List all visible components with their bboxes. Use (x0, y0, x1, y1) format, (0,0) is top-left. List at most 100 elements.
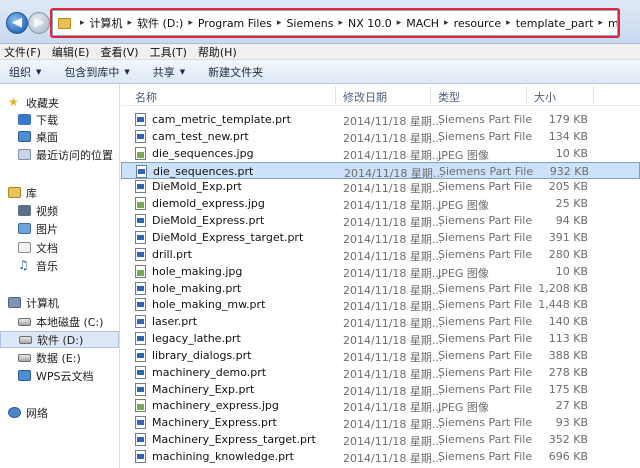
column-name[interactable]: 名称 (135, 89, 157, 105)
nav-music[interactable]: ♫ 音乐 (18, 257, 137, 274)
table-row[interactable]: cam_test_new.prt 2014/11/18 星期... Siemens … (121, 128, 640, 145)
file-date: 2014/11/18 星期... (343, 384, 443, 398)
dropdown-arrow-icon: ▼ (36, 67, 42, 76)
table-row[interactable]: DieMold_Exp.prt 2014/11/18 星期... Siemens P… (121, 178, 640, 195)
table-row[interactable]: Machinery_Express.prt 2014/11/18 星期... Sie… (121, 414, 640, 431)
music-icon: ♫ (18, 258, 29, 272)
menu-file[interactable]: 文件(F) (0, 44, 48, 60)
column-divider[interactable] (335, 86, 336, 104)
file-size: 140 KB (548, 315, 588, 329)
menu-bar: 文件(F) 编辑(E) 查看(V) 工具(T) 帮助(H) (0, 44, 640, 60)
nav-recent[interactable]: 最近访问的位置 (18, 146, 137, 163)
breadcrumb-item-metric[interactable]: ▸metric (593, 17, 617, 30)
column-divider[interactable] (593, 86, 594, 104)
file-name: hole_making.jpg (152, 264, 243, 278)
nav-desktop[interactable]: 桌面 (18, 128, 137, 145)
column-divider[interactable] (526, 86, 527, 104)
dropdown-arrow-icon: ▼ (179, 67, 186, 76)
nav-computer[interactable]: 计算机 (8, 294, 127, 311)
table-row[interactable]: drill.prt 2014/11/18 星期... Siemens Part Fi… (121, 246, 640, 263)
column-type[interactable]: 类型 (438, 89, 460, 105)
column-divider[interactable] (430, 86, 431, 104)
file-size: 388 KB (548, 348, 588, 362)
file-size: 10 KB (555, 146, 588, 160)
nav-drive-c[interactable]: 本地磁盘 (C:) (18, 313, 137, 330)
breadcrumb-item-siemens[interactable]: ▸ Siemens (272, 17, 334, 30)
table-row[interactable]: machinery_express.jpg 2014/11/18 星期... JPE… (121, 397, 640, 414)
file-date: 2014/11/18 星期... (343, 334, 443, 348)
table-row[interactable]: Machinery_Exp.prt 2014/11/18 星期... Siemens… (121, 381, 640, 398)
table-row[interactable]: laser.prt 2014/11/18 星期... Siemens Part Fi… (121, 313, 640, 330)
organize-button[interactable]: 组织 ▼ (9, 64, 41, 80)
table-row[interactable]: DieMold_Express.prt 2014/11/18 星期... Sieme… (121, 212, 640, 229)
part-file-icon (135, 298, 146, 312)
file-name: DieMold_Express_target.prt (152, 230, 304, 244)
file-name: Machinery_Express.prt (152, 416, 277, 430)
part-file-icon (135, 450, 146, 463)
breadcrumb-item-nx[interactable]: ▸ NX 10.0 (333, 17, 391, 30)
nav-network[interactable]: 网络 (8, 404, 127, 421)
file-name: die_sequences.jpg (152, 146, 254, 160)
share-button[interactable]: 共享 ▼ (153, 64, 185, 80)
drive-icon (19, 335, 32, 344)
breadcrumb-item-mach[interactable]: ▸ MACH (392, 17, 439, 30)
file-name: die_sequences.prt (153, 164, 254, 178)
column-size[interactable]: 大小 (534, 89, 556, 105)
nav-drive-d[interactable]: 软件 (D:) (0, 331, 119, 348)
table-row[interactable]: legacy_lathe.prt 2014/11/18 星期... Siemens … (121, 330, 640, 347)
nav-wps[interactable]: WPS云文档 (18, 367, 137, 384)
table-row[interactable]: cam_metric_template.prt 2014/11/18 星期... S… (121, 111, 640, 128)
table-row[interactable]: library_dialogs.prt 2014/11/18 星期... Sieme… (121, 347, 640, 364)
breadcrumb-item-resource[interactable]: ▸ resource (439, 17, 501, 30)
nav-videos[interactable]: 视频 (18, 202, 137, 219)
table-row[interactable]: machining_knowledge.prt 2014/11/18 星期... S… (121, 448, 640, 465)
folder-icon (58, 17, 71, 29)
table-row[interactable]: hole_making.prt 2014/11/18 星期... Siemens P… (121, 280, 640, 297)
star-icon: ★ (8, 95, 19, 109)
nav-downloads[interactable]: 下载 (18, 111, 137, 128)
file-size: 696 KB (548, 450, 588, 463)
new-folder-button[interactable]: 新建文件夹 (208, 64, 263, 80)
file-size: 1,208 KB (538, 281, 588, 295)
file-date: 2014/11/18 星期... (343, 401, 443, 415)
nav-favorites[interactable]: ★ 收藏夹 (8, 94, 127, 111)
table-row[interactable]: Machinery_Express_target.prt 2014/11/18 星… (121, 431, 640, 448)
file-name: machining_knowledge.prt (152, 450, 294, 463)
table-row[interactable]: die_sequences.prt 2014/11/18 星期... Siemens… (121, 161, 640, 180)
table-row[interactable]: diemold_express.jpg 2014/11/18 星期... JPEG … (121, 195, 640, 212)
file-name: diemold_express.jpg (152, 197, 265, 211)
nav-documents[interactable]: 文档 (18, 239, 137, 256)
table-row[interactable]: hole_making_mw.prt 2014/11/18 星期... Siemen… (121, 296, 640, 313)
menu-tools[interactable]: 工具(T) (146, 44, 194, 60)
breadcrumb[interactable]: ▸ 计算机 ▸ 软件 (D:) ▸ Program Files ▸ Siemens ▸ N… (52, 10, 618, 36)
menu-help[interactable]: 帮助(H) (194, 44, 244, 60)
column-date[interactable]: 修改日期 (343, 89, 387, 105)
include-library-button[interactable]: 包含到库中 ▼ (64, 64, 129, 80)
nav-libraries[interactable]: 库 (8, 184, 127, 201)
table-row[interactable]: hole_making.jpg 2014/11/18 星期... JPEG 图像 10… (121, 263, 640, 280)
file-size: 205 KB (548, 180, 588, 194)
back-arrow-icon[interactable]: ◀ (6, 12, 28, 34)
table-row[interactable]: die_sequences.jpg 2014/11/18 星期... JPEG 图像… (121, 145, 640, 162)
breadcrumb-item-program-files[interactable]: ▸ Program Files (183, 17, 272, 30)
command-bar: 组织 ▼ 包含到库中 ▼ 共享 ▼ 新建文件夹 (0, 60, 640, 84)
forward-arrow-icon[interactable]: ▶ (28, 12, 50, 34)
file-size: 93 KB (555, 416, 588, 430)
navigation-pane: ★ 收藏夹 下载 桌面 最近访问的位置 库 视频 图片 文档 ♫ 音乐 计算机 本地… (0, 84, 120, 468)
nav-drive-e[interactable]: 数据 (E:) (18, 349, 137, 366)
breadcrumb-item-drive-d[interactable]: ▸ 软件 (D:) (123, 15, 184, 31)
breadcrumb-item-template-part[interactable]: ▸ template_part (501, 17, 593, 30)
nav-pictures[interactable]: 图片 (18, 220, 137, 237)
part-file-icon (135, 230, 146, 244)
breadcrumb-item-computer[interactable]: ▸ 计算机 (75, 15, 123, 31)
file-name: Machinery_Express_target.prt (152, 433, 316, 447)
part-file-icon (135, 332, 146, 346)
part-file-icon (135, 433, 146, 447)
menu-view[interactable]: 查看(V) (96, 44, 145, 60)
part-file-icon (135, 365, 146, 379)
menu-edit[interactable]: 编辑(E) (48, 44, 97, 60)
file-size: 278 KB (548, 365, 588, 379)
table-row[interactable]: machinery_demo.prt 2014/11/18 星期... Siemen… (121, 364, 640, 381)
part-file-icon (135, 315, 146, 329)
table-row[interactable]: DieMold_Express_target.prt 2014/11/18 星期.… (121, 229, 640, 246)
